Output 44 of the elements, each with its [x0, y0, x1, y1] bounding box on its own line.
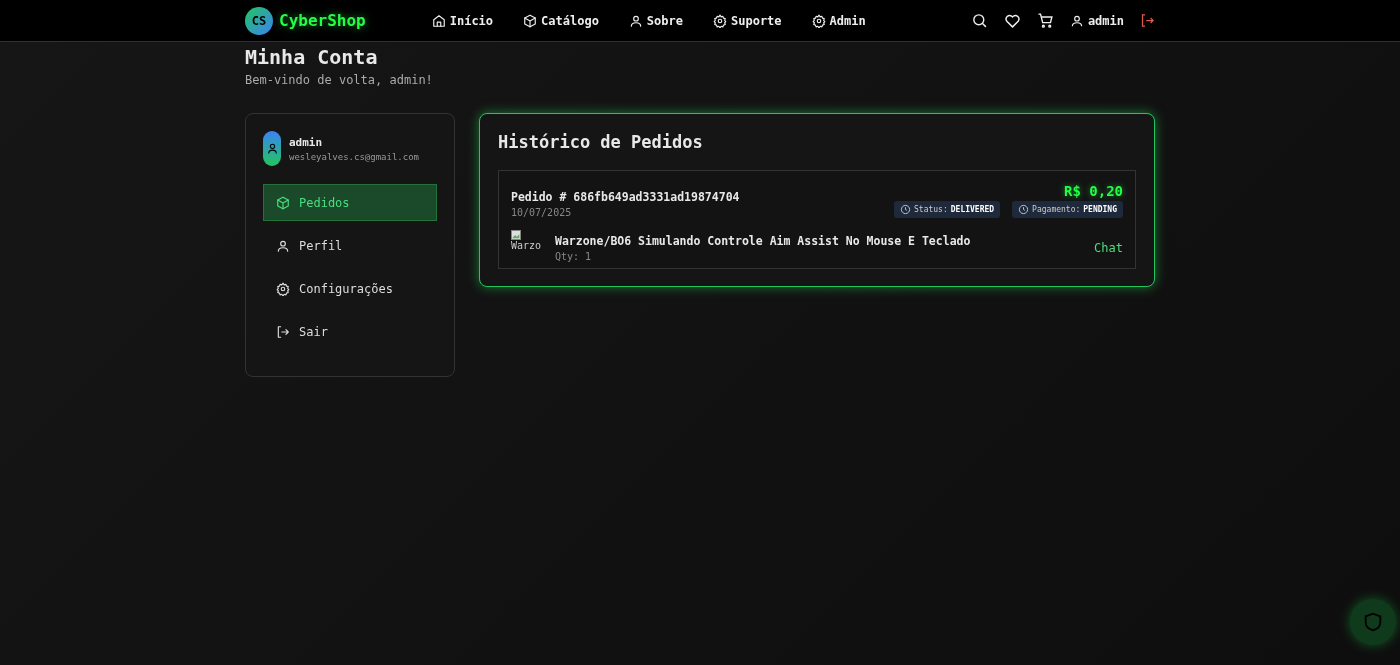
nav-link[interactable]: Admin [811, 13, 866, 28]
broken-image: Warzo [511, 230, 547, 266]
welcome-text: Bem-vindo de volta, admin! [245, 73, 434, 87]
sidebar-item[interactable]: Configurações [263, 270, 437, 307]
logout-icon [276, 324, 290, 339]
order-total: R$ 0,20 [1064, 183, 1123, 199]
clock-icon [900, 204, 912, 215]
user-menu[interactable]: admin [1069, 13, 1124, 28]
settings-icon [276, 281, 290, 296]
order-number: Pedido # 686fb649ad3331ad19874704 [511, 190, 740, 204]
nav-link[interactable]: Suporte [713, 13, 782, 28]
cart-icon[interactable] [1036, 12, 1054, 29]
avatar [263, 131, 281, 166]
status-badge: Pagamento: PENDING [1012, 201, 1123, 218]
shield-icon [1362, 611, 1384, 633]
status-badge: Status: DELIVERED [894, 201, 1001, 218]
settings-icon [713, 13, 727, 28]
sidebar-item[interactable]: Perfil [263, 227, 437, 264]
chat-link[interactable]: Chat [1094, 241, 1123, 255]
sidebar-item[interactable]: Pedidos [263, 184, 437, 221]
nav-link[interactable]: Sobre [628, 13, 683, 28]
user-icon [1069, 13, 1084, 28]
order-date: 10/07/2025 [511, 207, 573, 218]
user-name: admin [289, 135, 324, 149]
logo-text[interactable]: CyberShop [279, 11, 366, 30]
home-icon [431, 13, 446, 28]
package-icon [523, 13, 538, 28]
sidebar-item[interactable]: Sair [263, 313, 437, 350]
section-title: Histórico de Pedidos [498, 132, 704, 152]
search-icon[interactable] [970, 12, 988, 29]
page-title: Minha Conta [245, 46, 379, 68]
product-name: Warzone/BO6 Simulando Controle Aim Assist No Mouse E Teclado [555, 234, 972, 248]
heart-icon[interactable] [1003, 12, 1021, 29]
clock-icon [1018, 204, 1030, 215]
logo-badge[interactable]: CS [245, 6, 273, 35]
nav-link[interactable]: Início [431, 13, 494, 28]
settings-icon [811, 13, 826, 28]
product-quantity: Qty: 1 [555, 251, 593, 262]
user-icon [628, 13, 643, 28]
package-icon [276, 195, 290, 210]
user-icon [276, 238, 290, 253]
logout-icon[interactable] [1140, 13, 1155, 28]
nav-link[interactable]: Catálogo [523, 13, 599, 28]
user-email: wesleyalves.cs@gmail.com [289, 151, 420, 162]
